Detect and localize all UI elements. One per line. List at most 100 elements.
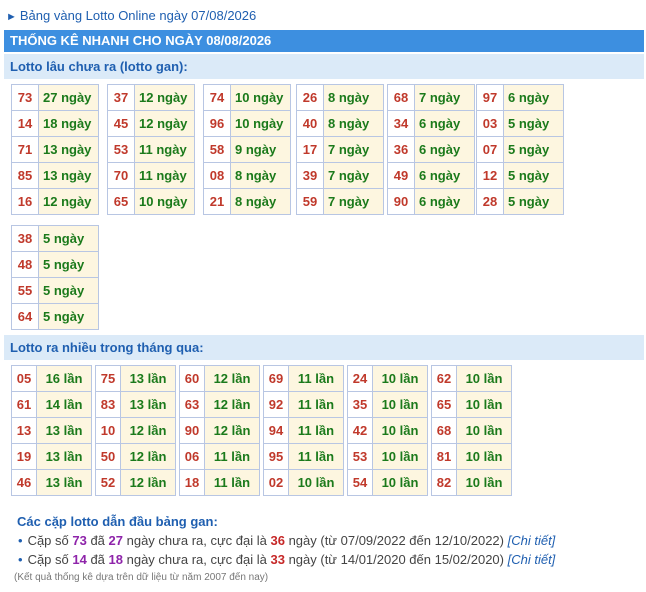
table-row: 16 12 ngày — [11, 188, 99, 215]
table-row: 64 5 ngày — [11, 303, 99, 330]
lotto-number: 21 — [203, 188, 231, 215]
lotto-value: 10 lần — [456, 417, 512, 444]
lotto-value: 13 lần — [36, 443, 92, 470]
lotto-number: 96 — [203, 110, 231, 137]
table-row: 81 10 lần — [431, 443, 512, 470]
table-row: 48 5 ngày — [11, 251, 99, 278]
lotto-value: 8 ngày — [323, 110, 384, 137]
table-row: 69 11 lần — [263, 365, 344, 392]
pair-text: Cặp số — [27, 533, 73, 548]
lotto-value: 11 lần — [288, 417, 344, 444]
lotto-value: 12 ngày — [134, 84, 195, 111]
lotto-value: 12 lần — [204, 365, 260, 392]
lotto-number: 53 — [107, 136, 135, 163]
table-row: 12 5 ngày — [476, 162, 564, 189]
lotto-value: 10 lần — [372, 365, 428, 392]
table-row: 02 10 lần — [263, 469, 344, 496]
table-row: 54 10 lần — [347, 469, 428, 496]
table-row: 90 12 lần — [179, 417, 260, 444]
table-row: 19 13 lần — [11, 443, 92, 470]
lotto-number: 69 — [263, 365, 289, 392]
lotto-number: 10 — [95, 417, 121, 444]
lotto-value: 8 ngày — [230, 162, 291, 189]
table-row: 34 6 ngày — [387, 110, 475, 137]
lotto-number: 36 — [387, 136, 415, 163]
play-arrow-icon: ► — [6, 11, 17, 23]
table-row: 92 11 lần — [263, 391, 344, 418]
lotto-value: 16 lần — [36, 365, 92, 392]
lotto-table: 73 27 ngày 14 18 ngày 71 13 ngày 85 13 ngày 16 12… — [11, 84, 99, 215]
lotto-value: 6 ngày — [414, 110, 475, 137]
detail-link[interactable]: [Chi tiết] — [508, 552, 556, 567]
pair-text: đã — [86, 533, 109, 548]
lotto-number: 52 — [95, 469, 121, 496]
pair-text: đã — [86, 552, 109, 567]
lotto-number: 39 — [296, 162, 324, 189]
pair-number: 73 — [72, 533, 87, 548]
lotto-value: 11 ngày — [134, 162, 195, 189]
lotto-number: 02 — [263, 469, 289, 496]
lotto-number: 83 — [95, 391, 121, 418]
table-row: 83 13 lần — [95, 391, 176, 418]
lotto-number: 71 — [11, 136, 39, 163]
table-row: 97 6 ngày — [476, 84, 564, 111]
lotto-number: 61 — [11, 391, 37, 418]
lotto-number: 16 — [11, 188, 39, 215]
pair-text: Cặp số — [27, 552, 73, 567]
lotto-value: 8 ngày — [323, 84, 384, 111]
lotto-number: 12 — [476, 162, 504, 189]
lotto-number: 75 — [95, 365, 121, 392]
lotto-value: 5 ngày — [38, 303, 99, 330]
lotto-value: 11 lần — [288, 365, 344, 392]
lotto-number: 13 — [11, 417, 37, 444]
lotto-table: 97 6 ngày 03 5 ngày 07 5 ngày 12 5 ngày 28 5 ngày — [476, 84, 564, 215]
lotto-value: 11 lần — [288, 443, 344, 470]
lotto-value: 5 ngày — [503, 188, 564, 215]
lotto-value: 7 ngày — [323, 188, 384, 215]
lotto-number: 65 — [431, 391, 457, 418]
lotto-number: 35 — [347, 391, 373, 418]
table-row: 28 5 ngày — [476, 188, 564, 215]
lotto-number: 81 — [431, 443, 457, 470]
lotto-value: 10 lần — [456, 365, 512, 392]
lotto-number: 74 — [203, 84, 231, 111]
lotto-value: 5 ngày — [38, 225, 99, 252]
lotto-table: 74 10 ngày 96 10 ngày 58 9 ngày 08 8 ngày 21 8 ng… — [203, 84, 291, 215]
top-link-text[interactable]: Bảng vàng Lotto Online ngày 07/08/2026 — [20, 8, 256, 23]
lotto-number: 68 — [387, 84, 415, 111]
lotto-number: 07 — [476, 136, 504, 163]
lotto-value: 5 ngày — [503, 136, 564, 163]
lotto-table: 60 12 lần 63 12 lần 90 12 lần 06 11 lần 18 11 lần — [179, 365, 260, 496]
table-row: 59 7 ngày — [296, 188, 384, 215]
table-row: 55 5 ngày — [11, 277, 99, 304]
lotto-value: 10 lần — [372, 417, 428, 444]
table-row: 49 6 ngày — [387, 162, 475, 189]
pair-text: ngày (từ 14/01/2020 đến 15/02/2020) — [284, 552, 508, 567]
table-row: 75 13 lần — [95, 365, 176, 392]
lotto-value: 13 lần — [120, 391, 176, 418]
lotto-value: 11 ngày — [134, 136, 195, 163]
lotto-value: 5 ngày — [503, 110, 564, 137]
lotto-number: 19 — [11, 443, 37, 470]
table-row: 24 10 lần — [347, 365, 428, 392]
lotto-number: 03 — [476, 110, 504, 137]
table-row: 70 11 ngày — [107, 162, 195, 189]
bullet-icon: • — [18, 552, 23, 567]
detail-link[interactable]: [Chi tiết] — [508, 533, 556, 548]
lotto-number: 59 — [296, 188, 324, 215]
lotto-number: 85 — [11, 162, 39, 189]
table-row: 46 13 lần — [11, 469, 92, 496]
top-link[interactable]: ► Bảng vàng Lotto Online ngày 07/08/2026 — [6, 8, 256, 23]
lotto-number: 18 — [179, 469, 205, 496]
lotto-table: 24 10 lần 35 10 lần 42 10 lần 53 10 lần 54 10 lần — [347, 365, 428, 496]
lotto-table: 69 11 lần 92 11 lần 94 11 lần 95 11 lần 02 10 lần — [263, 365, 344, 496]
table-row: 08 8 ngày — [203, 162, 291, 189]
lotto-number: 64 — [11, 303, 39, 330]
lotto-number: 42 — [347, 417, 373, 444]
lotto-table: 68 7 ngày 34 6 ngày 36 6 ngày 49 6 ngày 90 6 ngày — [387, 84, 475, 215]
table-row: 96 10 ngày — [203, 110, 291, 137]
table-row: 74 10 ngày — [203, 84, 291, 111]
lotto-number: 94 — [263, 417, 289, 444]
table-row: 53 11 ngày — [107, 136, 195, 163]
lotto-value: 10 lần — [372, 469, 428, 496]
